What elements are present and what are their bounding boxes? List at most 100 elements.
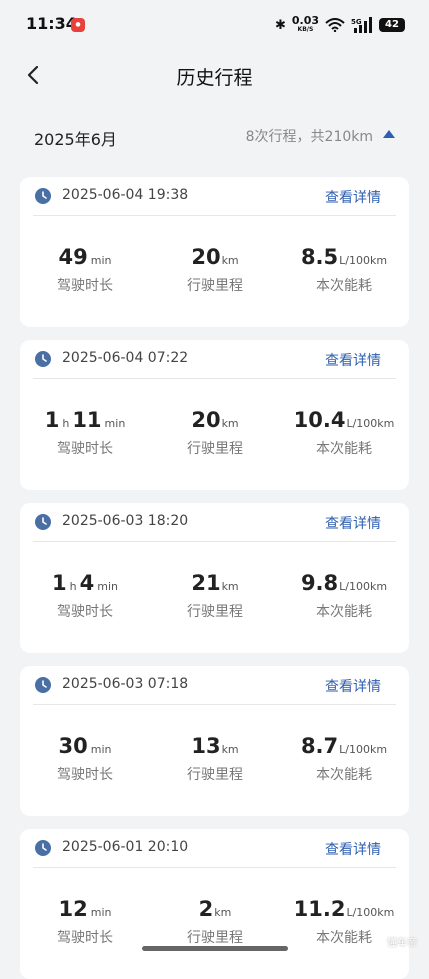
view-details-link[interactable]: 查看详情 xyxy=(325,187,381,207)
network-speed-value: 0.03 xyxy=(291,14,319,27)
network-speed-unit: KB/S xyxy=(297,26,314,33)
view-details-link[interactable]: 查看详情 xyxy=(325,350,381,370)
duration-label: 驾驶时长 xyxy=(57,441,113,457)
hours-unit: h xyxy=(62,417,70,430)
minutes-unit: min xyxy=(90,906,112,919)
month-header[interactable]: 2025年6月 8次行程，共210km xyxy=(0,120,429,150)
month-summary: 8次行程，共210km xyxy=(245,129,373,145)
trip-card[interactable]: 2025-06-04 19:38 查看详情 49 min 驾驶时长 20 km … xyxy=(20,177,409,327)
trip-card-header: 2025-06-03 18:20 查看详情 xyxy=(20,503,409,543)
distance-value: 2 xyxy=(198,897,214,921)
distance-metric: 2 km 行驶里程 xyxy=(150,897,280,947)
consumption-unit: L/100km xyxy=(339,580,388,593)
distance-unit: km xyxy=(221,743,239,756)
trip-card[interactable]: 2025-06-03 18:20 查看详情 1 h 4 min 驾驶时长 21 … xyxy=(20,503,409,653)
watermark: 懂车帝 xyxy=(387,938,417,949)
clock-icon xyxy=(35,677,51,693)
duration-minutes: 11 xyxy=(72,408,102,432)
divider xyxy=(33,867,396,868)
duration-minutes: 30 xyxy=(58,734,88,758)
consumption-metric: 9.8 L/100km 本次能耗 xyxy=(279,571,409,621)
trip-card-header: 2025-06-04 19:38 查看详情 xyxy=(20,177,409,217)
trip-card-header: 2025-06-04 07:22 查看详情 xyxy=(20,340,409,380)
month-label: 2025年6月 xyxy=(34,130,117,149)
consumption-value: 8.7 xyxy=(300,734,339,758)
status-bar: 11:34 ● ✱ 0.03 KB/S 5G 42 xyxy=(0,0,429,50)
consumption-label: 本次能耗 xyxy=(316,278,372,294)
home-indicator[interactable] xyxy=(142,946,288,951)
duration-minutes: 12 xyxy=(58,897,88,921)
consumption-value: 10.4 xyxy=(293,408,346,432)
svg-text:5G: 5G xyxy=(351,18,362,26)
duration-minutes: 4 xyxy=(79,571,95,595)
distance-label: 行驶里程 xyxy=(187,930,243,946)
distance-metric: 20 km 行驶里程 xyxy=(150,408,280,458)
trip-datetime: 2025-06-03 07:18 xyxy=(62,676,189,692)
distance-value: 20 xyxy=(191,408,221,432)
distance-label: 行驶里程 xyxy=(187,604,243,620)
consumption-value: 11.2 xyxy=(293,897,346,921)
consumption-metric: 8.5 L/100km 本次能耗 xyxy=(279,245,409,295)
trip-datetime: 2025-06-01 20:10 xyxy=(62,839,189,855)
divider xyxy=(33,704,396,705)
duration-minutes: 49 xyxy=(58,245,88,269)
distance-unit: km xyxy=(221,580,239,593)
distance-unit: km xyxy=(221,417,239,430)
bluetooth-icon: ✱ xyxy=(274,17,286,33)
duration-label: 驾驶时长 xyxy=(57,930,113,946)
consumption-unit: L/100km xyxy=(339,254,388,267)
clock-icon xyxy=(35,188,51,204)
duration-label: 驾驶时长 xyxy=(57,604,113,620)
duration-hours: 1 xyxy=(44,408,60,432)
trip-card-header: 2025-06-03 07:18 查看详情 xyxy=(20,666,409,706)
nav-bar: 历史行程 xyxy=(0,50,429,100)
clock-icon xyxy=(35,840,51,856)
duration-metric: 49 min 驾驶时长 xyxy=(20,245,150,295)
divider xyxy=(33,378,396,379)
consumption-value: 9.8 xyxy=(300,571,339,595)
minutes-unit: min xyxy=(90,254,112,267)
battery-icon: 42 xyxy=(379,18,405,32)
view-details-link[interactable]: 查看详情 xyxy=(325,839,381,859)
minutes-unit: min xyxy=(104,417,126,430)
duration-label: 驾驶时长 xyxy=(57,278,113,294)
clock-icon xyxy=(35,351,51,367)
distance-metric: 21 km 行驶里程 xyxy=(150,571,280,621)
consumption-label: 本次能耗 xyxy=(316,604,372,620)
status-icons: ✱ 0.03 KB/S 5G 42 xyxy=(275,14,405,36)
notification-app-icon: ● xyxy=(71,18,85,32)
consumption-label: 本次能耗 xyxy=(316,441,372,457)
duration-metric: 12 min 驾驶时长 xyxy=(20,897,150,947)
distance-label: 行驶里程 xyxy=(187,767,243,783)
trip-card[interactable]: 2025-06-03 07:18 查看详情 30 min 驾驶时长 13 km … xyxy=(20,666,409,816)
distance-unit: km xyxy=(221,254,239,267)
distance-label: 行驶里程 xyxy=(187,278,243,294)
trip-card[interactable]: 2025-06-01 20:10 查看详情 12 min 驾驶时长 2 km 行… xyxy=(20,829,409,979)
consumption-unit: L/100km xyxy=(339,743,388,756)
distance-value: 20 xyxy=(191,245,221,269)
duration-label: 驾驶时长 xyxy=(57,767,113,783)
clock-icon xyxy=(35,514,51,530)
cellular-signal-icon: 5G xyxy=(351,17,372,33)
trip-card-header: 2025-06-01 20:10 查看详情 xyxy=(20,829,409,869)
distance-value: 21 xyxy=(191,571,221,595)
consumption-unit: L/100km xyxy=(346,906,395,919)
view-details-link[interactable]: 查看详情 xyxy=(325,676,381,696)
divider xyxy=(33,215,396,216)
divider xyxy=(33,541,396,542)
status-time: 11:34 xyxy=(26,14,77,33)
view-details-link[interactable]: 查看详情 xyxy=(325,513,381,533)
consumption-value: 8.5 xyxy=(300,245,339,269)
distance-metric: 20 km 行驶里程 xyxy=(150,245,280,295)
consumption-metric: 8.7 L/100km 本次能耗 xyxy=(279,734,409,784)
trip-datetime: 2025-06-04 19:38 xyxy=(62,187,189,203)
minutes-unit: min xyxy=(97,580,118,593)
distance-metric: 13 km 行驶里程 xyxy=(150,734,280,784)
distance-unit: km xyxy=(214,906,232,919)
trip-card[interactable]: 2025-06-04 07:22 查看详情 1 h 11 min 驾驶时长 20… xyxy=(20,340,409,490)
caret-up-icon[interactable] xyxy=(382,128,396,140)
trip-datetime: 2025-06-04 07:22 xyxy=(62,350,189,366)
duration-metric: 1 h 4 min 驾驶时长 xyxy=(20,571,150,621)
hours-unit: h xyxy=(69,580,77,593)
minutes-unit: min xyxy=(90,743,112,756)
